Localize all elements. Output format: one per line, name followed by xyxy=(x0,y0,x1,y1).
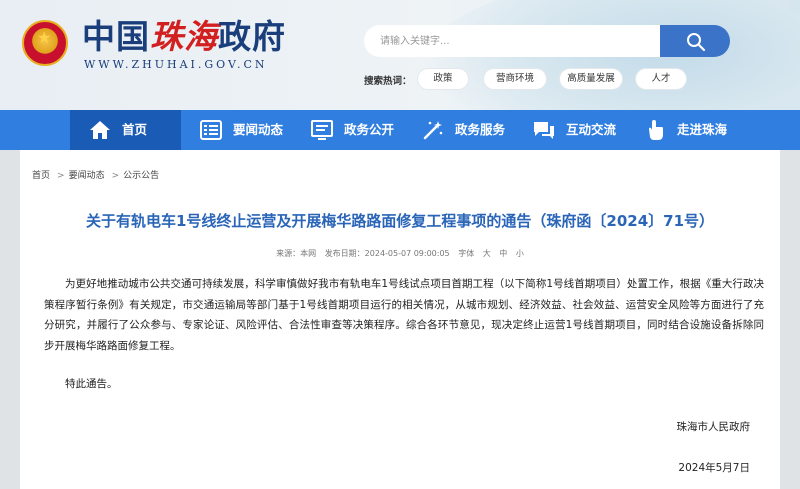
hot-tag-high-quality-development[interactable]: 高质量发展 xyxy=(560,69,622,89)
hand-pointer-icon xyxy=(649,120,663,140)
breadcrumb-news[interactable]: 要闻动态 xyxy=(69,171,105,181)
hot-tag-talent[interactable]: 人才 xyxy=(636,69,686,89)
article-title: 关于有轨电车1号线终止运营及开展梅华路路面修复工程事项的通告（珠府函〔2024〕… xyxy=(85,212,715,230)
nav-item-about-zhuhai[interactable]: 走进珠海 xyxy=(625,110,736,150)
document-icon xyxy=(311,120,333,140)
main-nav: 首页 要闻动态 政务公开 政务服务 互动交流 走进珠海 xyxy=(0,110,800,150)
breadcrumb-separator: > xyxy=(111,171,120,181)
national-emblem-icon: ★ xyxy=(22,20,68,66)
search-button[interactable] xyxy=(660,25,730,57)
font-size-small[interactable]: 小 xyxy=(516,249,524,258)
breadcrumb-announcements[interactable]: 公示公告 xyxy=(123,171,159,181)
font-size-label: 字体 xyxy=(458,249,475,258)
home-icon xyxy=(90,121,110,139)
font-size-large[interactable]: 大 xyxy=(483,249,491,258)
article-panel: 首页 > 要闻动态 > 公示公告 关于有轨电车1号线终止运营及开展梅华路路面修复工程事项… xyxy=(20,150,780,489)
article-publish-time: 发布日期：2024-05-07 09:00:05 xyxy=(324,249,450,258)
chat-icon xyxy=(534,122,554,139)
site-header: ★ 中国珠海政府 WWW.ZHUHAI.GOV.CN 搜索热词： 政策 营商环境… xyxy=(0,0,800,110)
nav-item-interaction[interactable]: 互动交流 xyxy=(514,110,625,150)
search-icon xyxy=(687,33,706,52)
nav-item-news[interactable]: 要闻动态 xyxy=(181,110,292,150)
nav-item-gov-services[interactable]: 政务服务 xyxy=(403,110,514,150)
article-closing: 特此通告。 xyxy=(65,378,118,390)
news-list-icon xyxy=(200,120,222,140)
breadcrumb: 首页 > 要闻动态 > 公示公告 xyxy=(32,168,162,181)
breadcrumb-separator: > xyxy=(57,171,65,181)
hot-search-label: 搜索热词： xyxy=(364,76,412,87)
article-meta: 来源：本网 发布日期：2024-05-07 09:00:05 字体 大 中 小 xyxy=(20,248,780,259)
hot-tag-business-environment[interactable]: 营商环境 xyxy=(484,69,546,89)
site-url: WWW.ZHUHAI.GOV.CN xyxy=(84,58,268,71)
site-logo-title[interactable]: 中国珠海政府 xyxy=(82,17,286,57)
article-signature: 珠海市人民政府 xyxy=(676,421,751,433)
font-size-medium[interactable]: 中 xyxy=(499,249,507,258)
article-body: 为更好地推动城市公共交通可持续发展，科学审慎做好我市有轨电车1号线试点项目首期工… xyxy=(44,278,764,352)
nav-item-gov-affairs-open[interactable]: 政务公开 xyxy=(292,110,403,150)
search-input[interactable] xyxy=(364,25,660,57)
service-icon xyxy=(423,121,443,140)
nav-item-home[interactable]: 首页 xyxy=(70,110,181,150)
article-date: 2024年5月7日 xyxy=(678,462,750,474)
hot-tag-policy[interactable]: 政策 xyxy=(418,69,468,89)
article-source: 来源：本网 xyxy=(276,249,317,258)
breadcrumb-home[interactable]: 首页 xyxy=(32,171,50,181)
